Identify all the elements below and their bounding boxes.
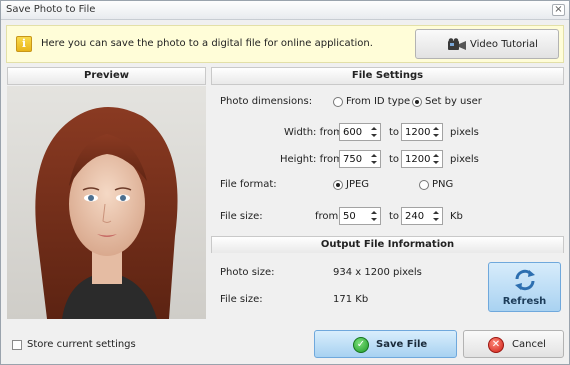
cancel-button[interactable]: ✕ Cancel bbox=[463, 330, 564, 358]
file-format-label: File format: bbox=[220, 179, 277, 190]
height-unit: pixels bbox=[450, 154, 479, 165]
radio-set-by-user[interactable] bbox=[412, 97, 422, 107]
jpeg-label: JPEG bbox=[346, 179, 370, 190]
preview-heading: Preview bbox=[7, 67, 206, 85]
close-icon: × bbox=[554, 4, 563, 15]
file-size-from-label: from bbox=[315, 211, 339, 222]
spin-up-icon[interactable] bbox=[433, 211, 439, 214]
spin-down-icon[interactable] bbox=[371, 218, 377, 221]
file-size-label: File size: bbox=[220, 211, 263, 222]
radio-from-id-type[interactable] bbox=[333, 97, 343, 107]
file-settings-panel: Photo dimensions: From ID type Set by us… bbox=[211, 86, 564, 232]
refresh-icon bbox=[515, 269, 535, 291]
png-label: PNG bbox=[432, 179, 454, 190]
save-file-label: Save File bbox=[376, 339, 428, 350]
file-size-from-stepper[interactable]: 50 bbox=[339, 207, 381, 225]
checkmark-icon: ✓ bbox=[353, 337, 369, 353]
set-by-user-label: Set by user bbox=[425, 96, 482, 107]
spin-down-icon[interactable] bbox=[371, 161, 377, 164]
spin-down-icon[interactable] bbox=[433, 134, 439, 137]
radio-jpeg[interactable] bbox=[333, 180, 343, 190]
file-size-unit: Kb bbox=[450, 211, 463, 222]
output-file-size-label: File size: bbox=[220, 294, 263, 305]
width-label: Width: from bbox=[284, 127, 343, 138]
store-settings-label: Store current settings bbox=[27, 339, 136, 350]
video-tutorial-label: Video Tutorial bbox=[470, 39, 538, 50]
save-photo-dialog: Save Photo to File × i Here you can save… bbox=[0, 0, 570, 365]
output-file-size-value: 171 Kb bbox=[333, 294, 369, 305]
video-tutorial-button[interactable]: Video Tutorial bbox=[415, 29, 559, 59]
refresh-button[interactable]: Refresh bbox=[488, 262, 561, 312]
save-file-button[interactable]: ✓ Save File bbox=[314, 330, 457, 358]
store-settings-checkbox[interactable] bbox=[12, 340, 22, 350]
output-info-heading: Output File Information bbox=[211, 236, 564, 254]
width-to-stepper[interactable]: 1200 bbox=[401, 123, 443, 141]
file-settings-heading: File Settings bbox=[211, 67, 564, 85]
photo-size-value: 934 x 1200 pixels bbox=[333, 267, 422, 278]
width-to-label: to bbox=[389, 127, 400, 138]
spin-up-icon[interactable] bbox=[371, 127, 377, 130]
from-id-type-label: From ID type bbox=[346, 96, 411, 107]
photo-size-label: Photo size: bbox=[220, 267, 275, 278]
window-title: Save Photo to File bbox=[6, 4, 96, 15]
height-label: Height: from bbox=[280, 154, 343, 165]
cancel-label: Cancel bbox=[512, 339, 546, 350]
close-button[interactable]: × bbox=[552, 4, 565, 16]
width-unit: pixels bbox=[450, 127, 479, 138]
spin-up-icon[interactable] bbox=[433, 154, 439, 157]
file-size-to-label: to bbox=[389, 211, 400, 222]
width-from-stepper[interactable]: 600 bbox=[339, 123, 381, 141]
info-bar: i Here you can save the photo to a digit… bbox=[6, 25, 564, 63]
spin-down-icon[interactable] bbox=[433, 161, 439, 164]
preview-photo bbox=[7, 86, 206, 319]
height-to-stepper[interactable]: 1200 bbox=[401, 150, 443, 168]
photo-dimensions-label: Photo dimensions: bbox=[220, 96, 313, 107]
height-from-stepper[interactable]: 750 bbox=[339, 150, 381, 168]
spin-down-icon[interactable] bbox=[371, 134, 377, 137]
video-camera-icon bbox=[448, 38, 466, 50]
info-message: Here you can save the photo to a digital… bbox=[41, 38, 373, 49]
radio-png[interactable] bbox=[419, 180, 429, 190]
spin-up-icon[interactable] bbox=[371, 154, 377, 157]
title-bar: Save Photo to File × bbox=[1, 1, 569, 20]
cancel-icon: ✕ bbox=[488, 337, 504, 353]
portrait-image bbox=[7, 86, 206, 319]
spin-down-icon[interactable] bbox=[433, 218, 439, 221]
refresh-label: Refresh bbox=[502, 296, 547, 307]
spin-up-icon[interactable] bbox=[433, 127, 439, 130]
spin-up-icon[interactable] bbox=[371, 211, 377, 214]
file-size-to-stepper[interactable]: 240 bbox=[401, 207, 443, 225]
height-to-label: to bbox=[389, 154, 400, 165]
info-icon: i bbox=[16, 36, 32, 52]
